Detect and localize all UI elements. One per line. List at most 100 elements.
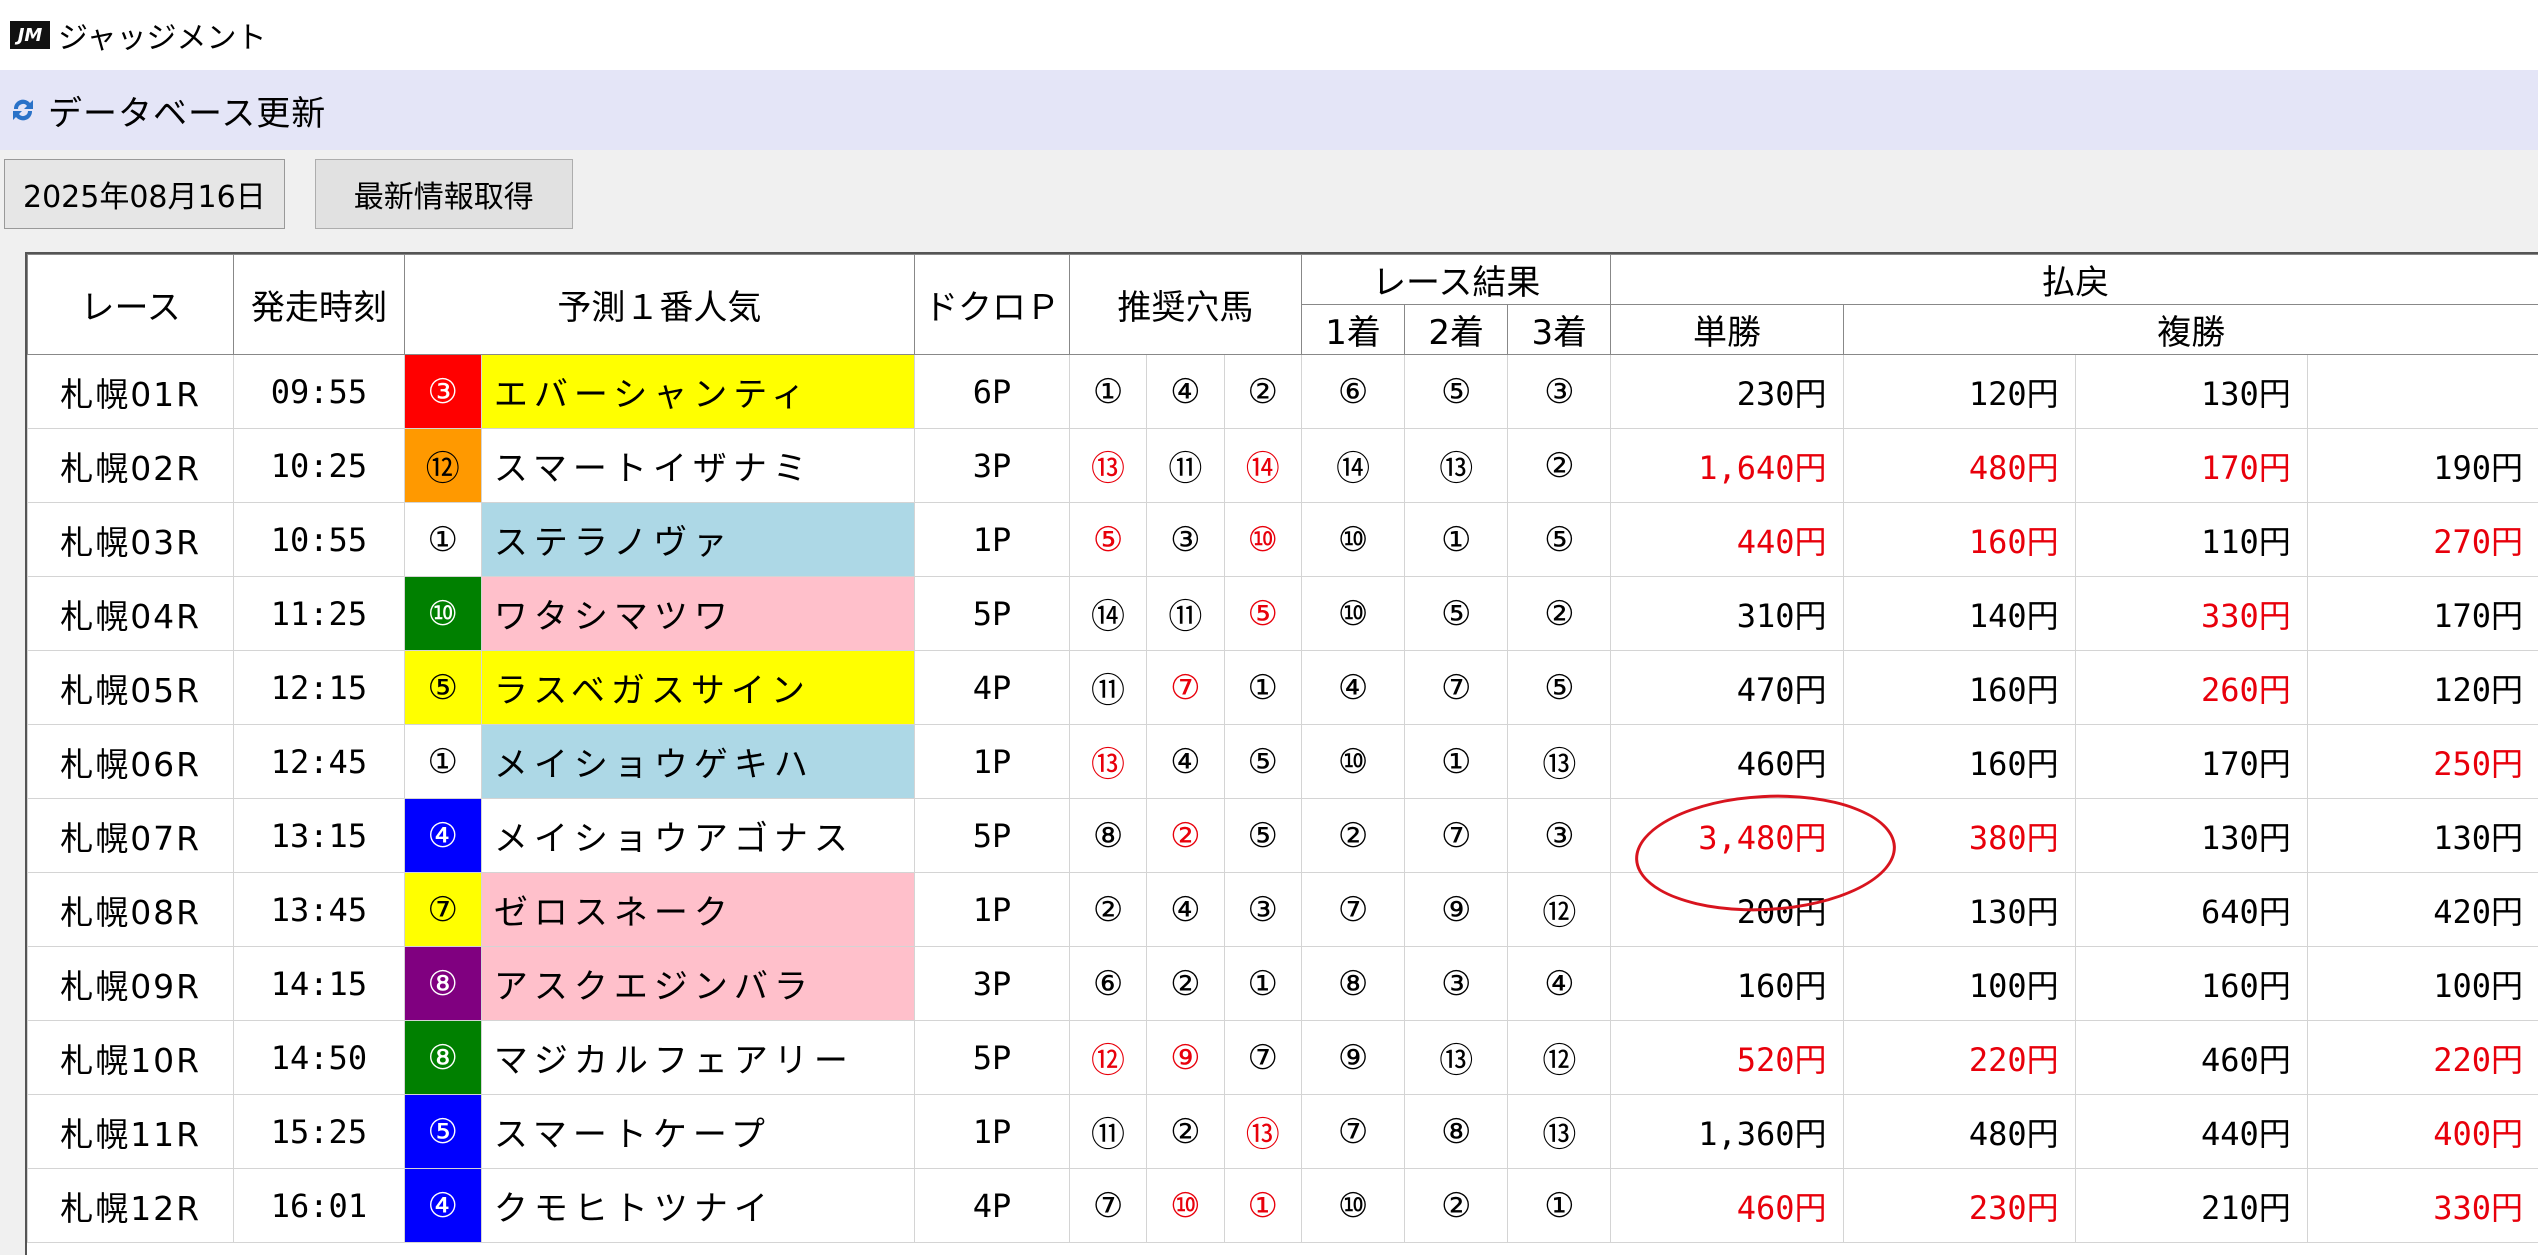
race-name-cell: 札幌08R xyxy=(28,873,234,947)
dokuro-points-cell: 5P xyxy=(915,799,1070,873)
recommended-horse-cell: ① xyxy=(1224,947,1301,1021)
race-name-cell: 札幌07R xyxy=(28,799,234,873)
result-position-cell: ① xyxy=(1405,503,1508,577)
place-payout-cell: 170円 xyxy=(2307,577,2538,651)
race-table-container[interactable]: レース 発走時刻 予測１番人気 ドクロＰ 推奨穴馬 レース結果 払戻 1着 2着… xyxy=(25,252,2538,1255)
recommended-horse-cell: ⑦ xyxy=(1147,651,1224,725)
place-payout-cell: 130円 xyxy=(2075,799,2307,873)
recommended-horse-cell: ⑭ xyxy=(1224,429,1301,503)
header-favorite[interactable]: 予測１番人気 xyxy=(404,255,915,355)
table-row[interactable]: 札幌02R10:25⑫スマートイザナミ3P⑬⑪⑭⑭⑬②1,640円480円170… xyxy=(28,429,2538,503)
fetch-latest-button[interactable]: 最新情報取得 xyxy=(315,159,573,229)
table-row[interactable]: 札幌03R10:55①ステラノヴァ1P⑤③⑩⑩①⑤440円160円110円270… xyxy=(28,503,2538,577)
place-payout-cell: 480円 xyxy=(1843,1095,2075,1169)
place-payout-cell: 420円 xyxy=(2307,873,2538,947)
race-name-cell: 札幌11R xyxy=(28,1095,234,1169)
result-position-cell: ⑬ xyxy=(1508,1095,1611,1169)
race-name-cell: 札幌12R xyxy=(28,1169,234,1243)
section-header: データベース更新 xyxy=(0,70,2538,150)
dokuro-points-cell: 1P xyxy=(915,1095,1070,1169)
place-payout-cell: 160円 xyxy=(1843,503,2075,577)
table-row[interactable]: 札幌06R12:45①メイショウゲキハ1P⑬④⑤⑩①⑬460円160円170円2… xyxy=(28,725,2538,799)
place-payout-cell: 330円 xyxy=(2307,1169,2538,1243)
recommended-horse-cell: ⑪ xyxy=(1147,429,1224,503)
recommended-horse-cell: ⑪ xyxy=(1069,651,1146,725)
result-position-cell: ⑦ xyxy=(1405,799,1508,873)
start-time-cell: 11:25 xyxy=(234,577,404,651)
recommended-horse-cell: ⑬ xyxy=(1069,429,1146,503)
start-time-cell: 14:15 xyxy=(234,947,404,1021)
win-payout-cell: 520円 xyxy=(1611,1021,1843,1095)
result-position-cell: ② xyxy=(1508,577,1611,651)
result-position-cell: ⑫ xyxy=(1508,873,1611,947)
header-race[interactable]: レース xyxy=(28,255,234,355)
dokuro-points-cell: 1P xyxy=(915,503,1070,577)
race-table-body: 札幌01R09:55③エバーシャンティ6P①④②⑥⑤③230円120円130円札… xyxy=(28,355,2538,1243)
date-field[interactable]: 2025年08月16日 xyxy=(4,159,285,229)
win-payout-cell: 1,360円 xyxy=(1611,1095,1843,1169)
recommended-horse-cell: ⑭ xyxy=(1069,577,1146,651)
table-row[interactable]: 札幌05R12:15⑤ラスベガスサイン4P⑪⑦①④⑦⑤470円160円260円1… xyxy=(28,651,2538,725)
header-payout[interactable]: 払戻 xyxy=(1611,255,2538,305)
header-second[interactable]: 2着 xyxy=(1405,305,1508,355)
header-result[interactable]: レース結果 xyxy=(1301,255,1610,305)
result-position-cell: ④ xyxy=(1508,947,1611,1021)
header-third[interactable]: 3着 xyxy=(1508,305,1611,355)
place-payout-cell: 210円 xyxy=(2075,1169,2307,1243)
recommended-horse-cell: ⑦ xyxy=(1069,1169,1146,1243)
result-position-cell: ⑧ xyxy=(1301,947,1404,1021)
header-dokuro[interactable]: ドクロＰ xyxy=(915,255,1070,355)
header-recommended[interactable]: 推奨穴馬 xyxy=(1069,255,1301,355)
favorite-horse-name: エバーシャンティ xyxy=(481,355,914,429)
start-time-cell: 10:55 xyxy=(234,503,404,577)
result-position-cell: ⑦ xyxy=(1301,873,1404,947)
dokuro-points-cell: 3P xyxy=(915,429,1070,503)
place-payout-cell: 160円 xyxy=(2075,947,2307,1021)
table-row[interactable]: 札幌09R14:15⑧アスクエジンバラ3P⑥②①⑧③④160円100円160円1… xyxy=(28,947,2538,1021)
table-row[interactable]: 札幌07R13:15④メイショウアゴナス5P⑧②⑤②⑦③3,480円380円13… xyxy=(28,799,2538,873)
place-payout-cell: 120円 xyxy=(1843,355,2075,429)
header-first[interactable]: 1着 xyxy=(1301,305,1404,355)
table-row[interactable]: 札幌01R09:55③エバーシャンティ6P①④②⑥⑤③230円120円130円 xyxy=(28,355,2538,429)
dokuro-points-cell: 1P xyxy=(915,725,1070,799)
dokuro-points-cell: 3P xyxy=(915,947,1070,1021)
header-win[interactable]: 単勝 xyxy=(1611,305,1843,355)
toolbar: 2025年08月16日 最新情報取得 xyxy=(0,150,2538,238)
place-payout-cell: 270円 xyxy=(2307,503,2538,577)
win-payout-cell: 3,480円 xyxy=(1611,799,1843,873)
result-position-cell: ⑩ xyxy=(1301,1169,1404,1243)
table-row[interactable]: 札幌04R11:25⑩ワタシマツワ5P⑭⑪⑤⑩⑤②310円140円330円170… xyxy=(28,577,2538,651)
start-time-cell: 10:25 xyxy=(234,429,404,503)
place-payout-cell: 170円 xyxy=(2075,725,2307,799)
table-row[interactable]: 札幌12R16:01④クモヒトツナイ4P⑦⑩①⑩②①460円230円210円33… xyxy=(28,1169,2538,1243)
table-row[interactable]: 札幌11R15:25⑤スマートケープ1P⑪②⑬⑦⑧⑬1,360円480円440円… xyxy=(28,1095,2538,1169)
result-position-cell: ⑬ xyxy=(1405,1021,1508,1095)
recommended-horse-cell: ⑪ xyxy=(1069,1095,1146,1169)
header-start-time[interactable]: 発走時刻 xyxy=(234,255,404,355)
recommended-horse-cell: ③ xyxy=(1147,503,1224,577)
favorite-number-badge: ⑧ xyxy=(404,1021,481,1095)
win-payout-cell: 310円 xyxy=(1611,577,1843,651)
recommended-horse-cell: ⑤ xyxy=(1069,503,1146,577)
place-payout-cell: 250円 xyxy=(2307,725,2538,799)
table-row[interactable]: 札幌10R14:50⑧マジカルフェアリー5P⑫⑨⑦⑨⑬⑫520円220円460円… xyxy=(28,1021,2538,1095)
favorite-number-badge: ⑦ xyxy=(404,873,481,947)
recommended-horse-cell: ⑤ xyxy=(1224,577,1301,651)
place-payout-cell: 220円 xyxy=(2307,1021,2538,1095)
header-place[interactable]: 複勝 xyxy=(1843,305,2538,355)
place-payout-cell: 130円 xyxy=(2307,799,2538,873)
result-position-cell: ⑤ xyxy=(1508,651,1611,725)
recommended-horse-cell: ② xyxy=(1147,799,1224,873)
race-name-cell: 札幌09R xyxy=(28,947,234,1021)
result-position-cell: ⑫ xyxy=(1508,1021,1611,1095)
place-payout-cell: 160円 xyxy=(1843,725,2075,799)
recommended-horse-cell: ⑬ xyxy=(1069,725,1146,799)
result-position-cell: ⑩ xyxy=(1301,503,1404,577)
favorite-horse-name: ラスベガスサイン xyxy=(481,651,914,725)
table-row[interactable]: 札幌08R13:45⑦ゼロスネーク1P②④③⑦⑨⑫200円130円640円420… xyxy=(28,873,2538,947)
recommended-horse-cell: ⑪ xyxy=(1147,577,1224,651)
place-payout-cell: 440円 xyxy=(2075,1095,2307,1169)
recommended-horse-cell: ⑤ xyxy=(1224,725,1301,799)
favorite-number-badge: ⑤ xyxy=(404,651,481,725)
favorite-horse-name: スマートケープ xyxy=(481,1095,914,1169)
